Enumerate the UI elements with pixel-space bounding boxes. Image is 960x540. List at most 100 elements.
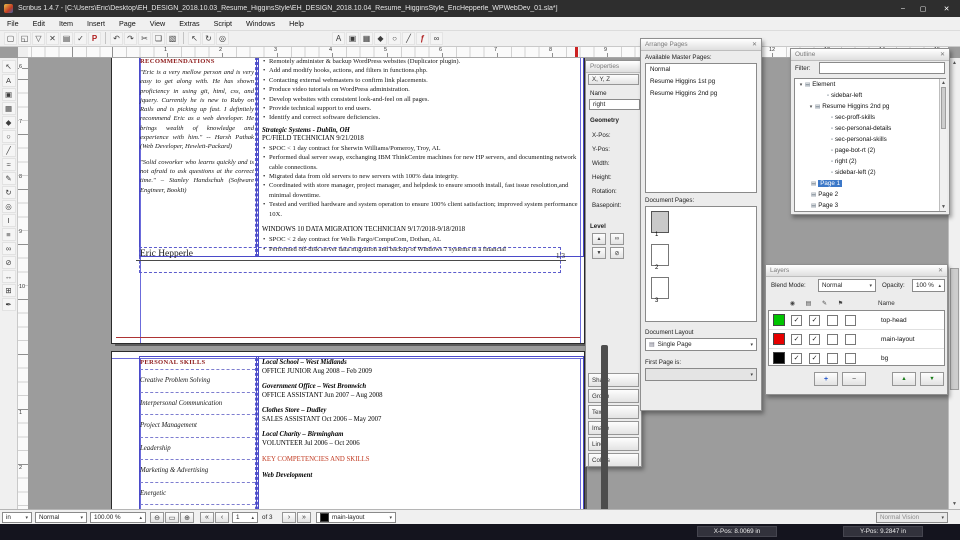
master-pages-list[interactable]: Normal Resume Higgins 1st pg Resume Higg… bbox=[645, 63, 757, 193]
menu-edit[interactable]: Edit bbox=[26, 17, 52, 30]
insert-shape-icon[interactable]: ◆ bbox=[374, 32, 387, 45]
redo-icon[interactable]: ↷ bbox=[124, 32, 137, 45]
open-document-icon[interactable]: ◱ bbox=[18, 32, 31, 45]
personal-skills-column[interactable]: PERSONAL SKILLS Creative Problem Solving… bbox=[140, 359, 255, 505]
spinner-arrows-icon[interactable]: ▴ bbox=[139, 515, 142, 521]
current-layer-select[interactable]: main-layout ▾ bbox=[316, 512, 396, 523]
menu-extras[interactable]: Extras bbox=[172, 17, 206, 30]
minimize-button[interactable]: – bbox=[893, 0, 913, 17]
master-page-item[interactable]: Normal bbox=[646, 64, 756, 76]
menu-help[interactable]: Help bbox=[282, 17, 311, 30]
zoom-tool-icon[interactable]: ◎ bbox=[1, 200, 16, 213]
layer-lock-checkbox[interactable] bbox=[827, 352, 838, 364]
level-down-button[interactable]: ▼ bbox=[592, 247, 606, 259]
bezier-tool-icon[interactable]: ≈ bbox=[1, 158, 16, 171]
layer-name[interactable]: main-layout bbox=[881, 336, 915, 343]
item-name-field[interactable]: right bbox=[589, 99, 640, 110]
vision-mode-select[interactable]: Normal Vision ▾ bbox=[876, 512, 948, 523]
select-tool-icon[interactable]: ↖ bbox=[1, 60, 16, 73]
menu-view[interactable]: View bbox=[143, 17, 172, 30]
render-frame-icon[interactable]: ƒ bbox=[416, 32, 429, 45]
page-number-spinner[interactable]: 1 ▴ bbox=[232, 512, 258, 523]
layers-list[interactable]: ✓ ✓ top-head ✓ ✓ main-layout ✓ ✓ bg bbox=[768, 310, 945, 366]
layer-visible-checkbox[interactable]: ✓ bbox=[791, 333, 802, 345]
level-up-button[interactable]: ▲ bbox=[592, 233, 606, 245]
zoom-spinner[interactable]: 100.00 % ▴ bbox=[90, 512, 146, 523]
windows-taskbar[interactable]: X-Pos: 8.0069 in Y-Pos: 9.2847 in bbox=[0, 524, 960, 540]
link-frames-tool-icon[interactable]: ∞ bbox=[1, 242, 16, 255]
outline-tree[interactable]: ▾ ▤ Element ▫ sidebar-left ▾ ▤ Resume Hi… bbox=[794, 78, 946, 212]
next-page-button[interactable]: › bbox=[282, 512, 296, 523]
preflight-verifier-icon[interactable]: ✓ bbox=[74, 32, 87, 45]
text-frame-tool-icon[interactable]: A bbox=[1, 74, 16, 87]
shape-tool-icon[interactable]: ◆ bbox=[1, 116, 16, 129]
tab-shape[interactable]: Shape bbox=[588, 373, 639, 387]
outline-scrollbar[interactable]: ▲ ▼ bbox=[939, 79, 947, 211]
outline-item-sec-personal-details[interactable]: ▫ sec-personal-details bbox=[795, 123, 945, 134]
expander-icon[interactable]: ▾ bbox=[807, 104, 815, 110]
spinner-arrows-icon[interactable]: ▴ bbox=[251, 515, 254, 521]
outline-item-sidebar-left[interactable]: ▫ sidebar-left bbox=[795, 90, 945, 101]
recommendations-column[interactable]: RECOMMENDATIONS "Eric is a very mellow p… bbox=[140, 58, 254, 195]
outline-item-master-2nd-pg[interactable]: ▾ ▤ Resume Higgins 2nd pg bbox=[795, 101, 945, 112]
lower-layer-button[interactable]: ▼ bbox=[920, 372, 944, 386]
spinner-arrows-icon[interactable]: ▴ bbox=[938, 283, 941, 289]
page-1[interactable]: RECOMMENDATIONS "Eric is a very mellow p… bbox=[111, 58, 585, 344]
zoom-100-button[interactable]: ▭ bbox=[165, 512, 179, 523]
save-as-pdf-icon[interactable]: P bbox=[88, 32, 101, 45]
insert-image-frame-icon[interactable]: ▣ bbox=[346, 32, 359, 45]
layer-flow-checkbox[interactable] bbox=[845, 314, 856, 326]
employment-column[interactable]: Local School – West Midlands OFFICE JUNI… bbox=[262, 359, 578, 479]
delete-layer-button[interactable]: − bbox=[842, 372, 866, 386]
story-editor-tool-icon[interactable]: ≡ bbox=[1, 228, 16, 241]
menu-insert[interactable]: Insert bbox=[80, 17, 112, 30]
close-icon[interactable]: ✕ bbox=[938, 267, 943, 274]
layer-color-swatch[interactable] bbox=[773, 314, 785, 326]
insert-line-icon[interactable]: ╱ bbox=[402, 32, 415, 45]
arrange-pages-titlebar[interactable]: Arrange Pages ✕ bbox=[641, 39, 761, 51]
outline-item-sec-personal-skills[interactable]: ▫ sec-personal-skills bbox=[795, 134, 945, 145]
first-page-button[interactable]: « bbox=[200, 512, 214, 523]
scroll-down-icon[interactable]: ▼ bbox=[949, 501, 960, 507]
line-tool-icon[interactable]: ╱ bbox=[1, 144, 16, 157]
menu-script[interactable]: Script bbox=[207, 17, 239, 30]
layer-row-main-layout[interactable]: ✓ ✓ main-layout bbox=[769, 330, 944, 349]
blend-mode-select[interactable]: Normal ▾ bbox=[818, 279, 876, 292]
scroll-down-icon[interactable]: ▼ bbox=[940, 204, 947, 210]
insert-text-frame-icon[interactable]: A bbox=[332, 32, 345, 45]
unlink-frames-tool-icon[interactable]: ⊘ bbox=[1, 256, 16, 269]
last-page-button[interactable]: » bbox=[297, 512, 311, 523]
outline-item-page-3[interactable]: ▤ Page 3 bbox=[795, 200, 945, 211]
menu-item[interactable]: Item bbox=[52, 17, 80, 30]
select-item-icon[interactable]: ↖ bbox=[188, 32, 201, 45]
close-button[interactable]: ✕ bbox=[933, 0, 960, 17]
outline-palette-titlebar[interactable]: Outline ✕ bbox=[791, 49, 949, 61]
outline-item-page-1[interactable]: ▤ Page 1 bbox=[795, 178, 945, 189]
close-icon[interactable]: ✕ bbox=[752, 41, 757, 48]
layer-row-bg[interactable]: ✓ ✓ bg bbox=[769, 349, 944, 365]
layer-name[interactable]: bg bbox=[881, 355, 888, 362]
edit-contents-tool-icon[interactable]: I bbox=[1, 214, 16, 227]
layers-palette-titlebar[interactable]: Layers ✕ bbox=[766, 265, 947, 277]
menu-page[interactable]: Page bbox=[112, 17, 143, 30]
menu-file[interactable]: File bbox=[0, 17, 26, 30]
tab-colors[interactable]: Colors bbox=[588, 453, 639, 467]
layer-name[interactable]: top-head bbox=[881, 317, 907, 324]
first-page-select[interactable]: ▾ bbox=[645, 368, 757, 381]
close-document-icon[interactable]: ✕ bbox=[46, 32, 59, 45]
rotate-item-icon[interactable]: ↻ bbox=[202, 32, 215, 45]
outline-item-page-bot-rt[interactable]: ▫ page-bot-rt (2) bbox=[795, 145, 945, 156]
scrollbar-thumb[interactable] bbox=[941, 87, 946, 129]
raise-layer-button[interactable]: ▲ bbox=[892, 372, 916, 386]
paste-icon[interactable]: ▧ bbox=[166, 32, 179, 45]
lock-item-button[interactable]: ∞ bbox=[610, 233, 624, 245]
tab-text[interactable]: Text bbox=[588, 405, 639, 419]
experience-column[interactable]: Remotely administer & backup WordPress w… bbox=[262, 58, 578, 254]
insert-table-icon[interactable]: ▦ bbox=[360, 32, 373, 45]
zoom-tool-icon[interactable]: ◎ bbox=[216, 32, 229, 45]
save-document-icon[interactable]: ▽ bbox=[32, 32, 45, 45]
document-layout-select[interactable]: ▤ Single Page ▾ bbox=[645, 338, 757, 351]
insert-polygon-icon[interactable]: ○ bbox=[388, 32, 401, 45]
opacity-spinner[interactable]: 100 % ▴ bbox=[912, 279, 945, 292]
zoom-in-button[interactable]: ⊕ bbox=[180, 512, 194, 523]
